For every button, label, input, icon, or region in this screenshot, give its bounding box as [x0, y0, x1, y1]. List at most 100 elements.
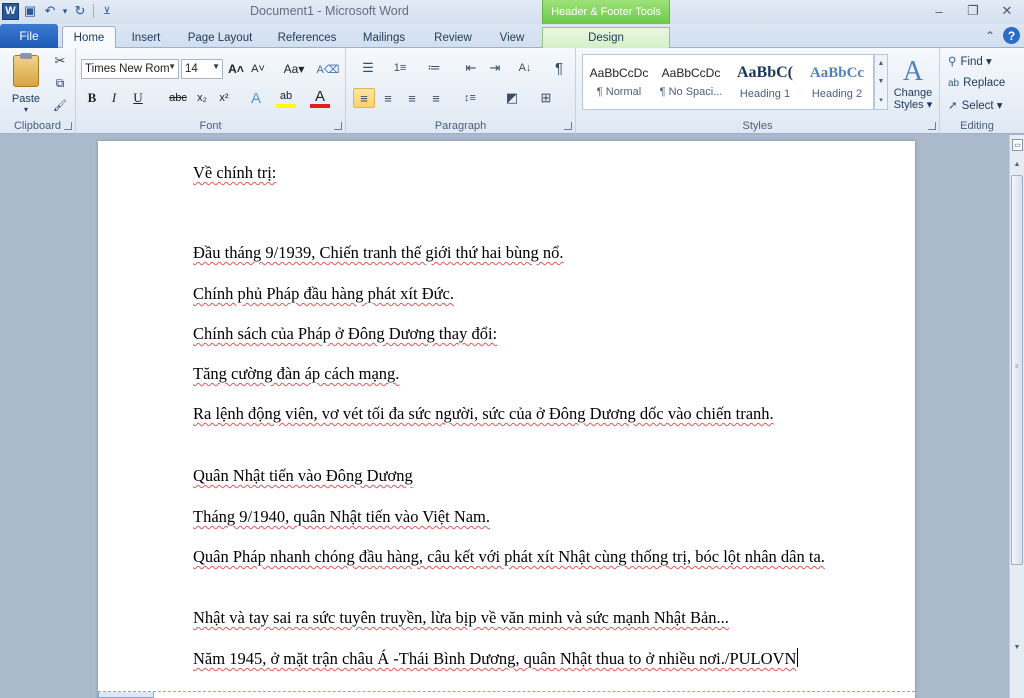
paragraph[interactable]: Nhật và tay sai ra sức tuyên truyền, lừa…: [193, 607, 833, 628]
paragraph[interactable]: Đầu tháng 9/1939, Chiến tranh thế giới t…: [193, 242, 833, 263]
select-button[interactable]: ➚ Select ▾: [948, 96, 1003, 114]
quick-access-toolbar: W ▣ ↶ ▾ ↻ ⊻: [2, 2, 116, 20]
style-heading-2[interactable]: AaBbCc Heading 2: [801, 55, 873, 109]
italic-button[interactable]: I: [104, 88, 124, 108]
save-icon[interactable]: ▣: [21, 2, 39, 20]
chevron-up-icon[interactable]: ▲: [878, 60, 885, 67]
text-effects-icon[interactable]: A: [246, 88, 266, 108]
font-group: Times New Rom ▼ 14 ▼ A˄ A˅ Aa▾ A⌫ B I U …: [76, 48, 346, 134]
font-color-icon[interactable]: A: [310, 88, 330, 108]
paragraph-text: Đầu tháng 9/1939, Chiến tranh thế giới t…: [193, 243, 564, 262]
show-formatting-marks-icon[interactable]: ¶: [548, 58, 570, 78]
justify-button[interactable]: ≡: [425, 88, 447, 108]
change-styles-button[interactable]: A Change Styles ▾: [890, 52, 936, 116]
paragraph[interactable]: Quân Pháp nhanh chóng đầu hàng, câu kết …: [193, 546, 833, 567]
bullets-icon[interactable]: ☰: [354, 58, 382, 78]
shading-icon[interactable]: ◩: [498, 88, 526, 108]
redo-icon[interactable]: ↻: [71, 2, 89, 20]
tab-file[interactable]: File: [0, 24, 58, 48]
page[interactable]: Về chính trị: Đầu tháng 9/1939, Chiến tr…: [98, 141, 915, 698]
paragraph-group: ☰ 1≡ ≔ ⇤ ⇥ A↓ ¶ ≡ ≡ ≡ ≡ ↕≡ ◩ ⊞ Paragraph: [346, 48, 576, 134]
scroll-down-icon[interactable]: ▼: [1010, 640, 1024, 654]
style-heading-1[interactable]: AaBbC( Heading 1: [729, 55, 801, 109]
style-name: Heading 2: [811, 87, 863, 100]
customize-qat-icon[interactable]: ⊻: [98, 2, 116, 20]
style-normal[interactable]: AaBbCcDc ¶ Normal: [583, 55, 655, 109]
tab-home[interactable]: Home: [62, 26, 116, 48]
grip-icon: ≡: [1015, 364, 1019, 370]
bold-button[interactable]: B: [82, 88, 102, 108]
clipboard-launcher-icon[interactable]: [64, 122, 72, 130]
minimize-button[interactable]: –: [922, 0, 956, 22]
align-right-button[interactable]: ≡: [401, 88, 423, 108]
tab-design[interactable]: Design: [542, 27, 670, 48]
tab-insert[interactable]: Insert: [122, 27, 170, 48]
strikethrough-button[interactable]: abc: [166, 88, 190, 108]
chevron-down-icon[interactable]: ▼: [878, 78, 885, 85]
word-app-icon[interactable]: W: [2, 2, 19, 20]
close-button[interactable]: ✕: [990, 0, 1024, 22]
paragraph[interactable]: Ra lệnh động viên, vơ vét tối đa sức ngư…: [193, 403, 833, 424]
align-left-button[interactable]: ≡: [353, 88, 375, 108]
numbering-icon[interactable]: 1≡: [386, 58, 414, 78]
styles-gallery-scroll[interactable]: ▲ ▼ ▾: [874, 54, 888, 110]
paragraph[interactable]: Chính sách của Pháp ở Đông Dương thay đổ…: [193, 323, 833, 344]
styles-launcher-icon[interactable]: [928, 122, 936, 130]
footer-tab[interactable]: [98, 692, 154, 698]
cut-icon[interactable]: ✂: [50, 52, 70, 70]
editing-group-label: Editing: [960, 120, 994, 132]
grow-font-button[interactable]: A˄: [226, 59, 246, 79]
scroll-up-icon[interactable]: ▲: [1010, 157, 1024, 171]
paragraph[interactable]: Quân Nhật tiến vào Đông Dương: [193, 465, 833, 486]
restore-button[interactable]: ❐: [956, 0, 990, 22]
paragraph-text: Về chính trị:: [193, 163, 277, 182]
more-styles-icon[interactable]: ▾: [879, 96, 883, 104]
help-icon[interactable]: ?: [1003, 27, 1020, 44]
shrink-font-button[interactable]: A˅: [248, 59, 268, 79]
clear-formatting-icon[interactable]: A⌫: [317, 59, 340, 79]
paragraph[interactable]: Chính phủ Pháp đầu hàng phát xít Đức.: [193, 283, 833, 304]
subscript-button[interactable]: x₂: [192, 88, 212, 108]
paragraph[interactable]: Năm 1945, ở mặt trận châu Á -Thái Bình D…: [193, 648, 833, 669]
paste-dropdown-icon[interactable]: ▾: [24, 105, 28, 114]
collapse-ribbon-icon[interactable]: ⌃: [985, 29, 995, 43]
replace-icon: ab: [948, 77, 960, 89]
tab-view[interactable]: View: [490, 27, 534, 48]
style-no-spacing[interactable]: AaBbCcDc ¶ No Spaci...: [655, 55, 727, 109]
paragraph-launcher-icon[interactable]: [564, 122, 572, 130]
paragraph[interactable]: Tháng 9/1940, quân Nhật tiến vào Việt Na…: [193, 506, 833, 527]
scrollbar-thumb[interactable]: ≡: [1011, 175, 1023, 565]
paragraph[interactable]: Tăng cường đàn áp cách mạng.: [193, 363, 833, 384]
undo-icon[interactable]: ↶: [41, 2, 59, 20]
font-launcher-icon[interactable]: [334, 122, 342, 130]
font-name-combo[interactable]: Times New Rom ▼: [81, 59, 179, 79]
multilevel-list-icon[interactable]: ≔: [420, 58, 448, 78]
copy-icon[interactable]: ⧉: [50, 74, 70, 92]
tab-mailings[interactable]: Mailings: [352, 27, 416, 48]
tab-page-layout[interactable]: Page Layout: [180, 27, 260, 48]
paragraph-text: Năm 1945, ở mặt trận châu Á -Thái Bình D…: [193, 649, 797, 668]
line-spacing-icon[interactable]: ↕≡: [456, 88, 484, 108]
paste-button[interactable]: Paste ▾: [6, 52, 46, 116]
font-size-combo[interactable]: 14 ▼: [181, 59, 223, 79]
paragraph[interactable]: Về chính trị:: [193, 162, 833, 183]
vertical-scrollbar[interactable]: ▭ ▲ ≡ ▼: [1009, 135, 1024, 698]
replace-button[interactable]: ab Replace: [948, 74, 1005, 92]
center-button[interactable]: ≡: [377, 88, 399, 108]
paragraph-text: Tháng 9/1940, quân Nhật tiến vào Việt Na…: [193, 507, 491, 526]
find-button[interactable]: ⚲ Find ▾: [948, 52, 992, 70]
tab-references[interactable]: References: [268, 27, 346, 48]
sort-icon[interactable]: A↓: [514, 58, 536, 78]
superscript-button[interactable]: x²: [214, 88, 234, 108]
decrease-indent-icon[interactable]: ⇤: [460, 58, 482, 78]
tab-review[interactable]: Review: [424, 27, 482, 48]
undo-dropdown-icon[interactable]: ▾: [61, 2, 69, 20]
format-painter-icon[interactable]: 🖌: [50, 96, 70, 114]
change-case-button[interactable]: Aa▾: [279, 59, 309, 79]
borders-icon[interactable]: ⊞: [532, 88, 560, 108]
chevron-down-icon: ▼: [168, 62, 176, 71]
underline-button[interactable]: U: [128, 88, 148, 108]
ruler-toggle-icon[interactable]: ▭: [1012, 139, 1023, 151]
highlight-icon[interactable]: ab: [276, 88, 296, 108]
increase-indent-icon[interactable]: ⇥: [484, 58, 506, 78]
